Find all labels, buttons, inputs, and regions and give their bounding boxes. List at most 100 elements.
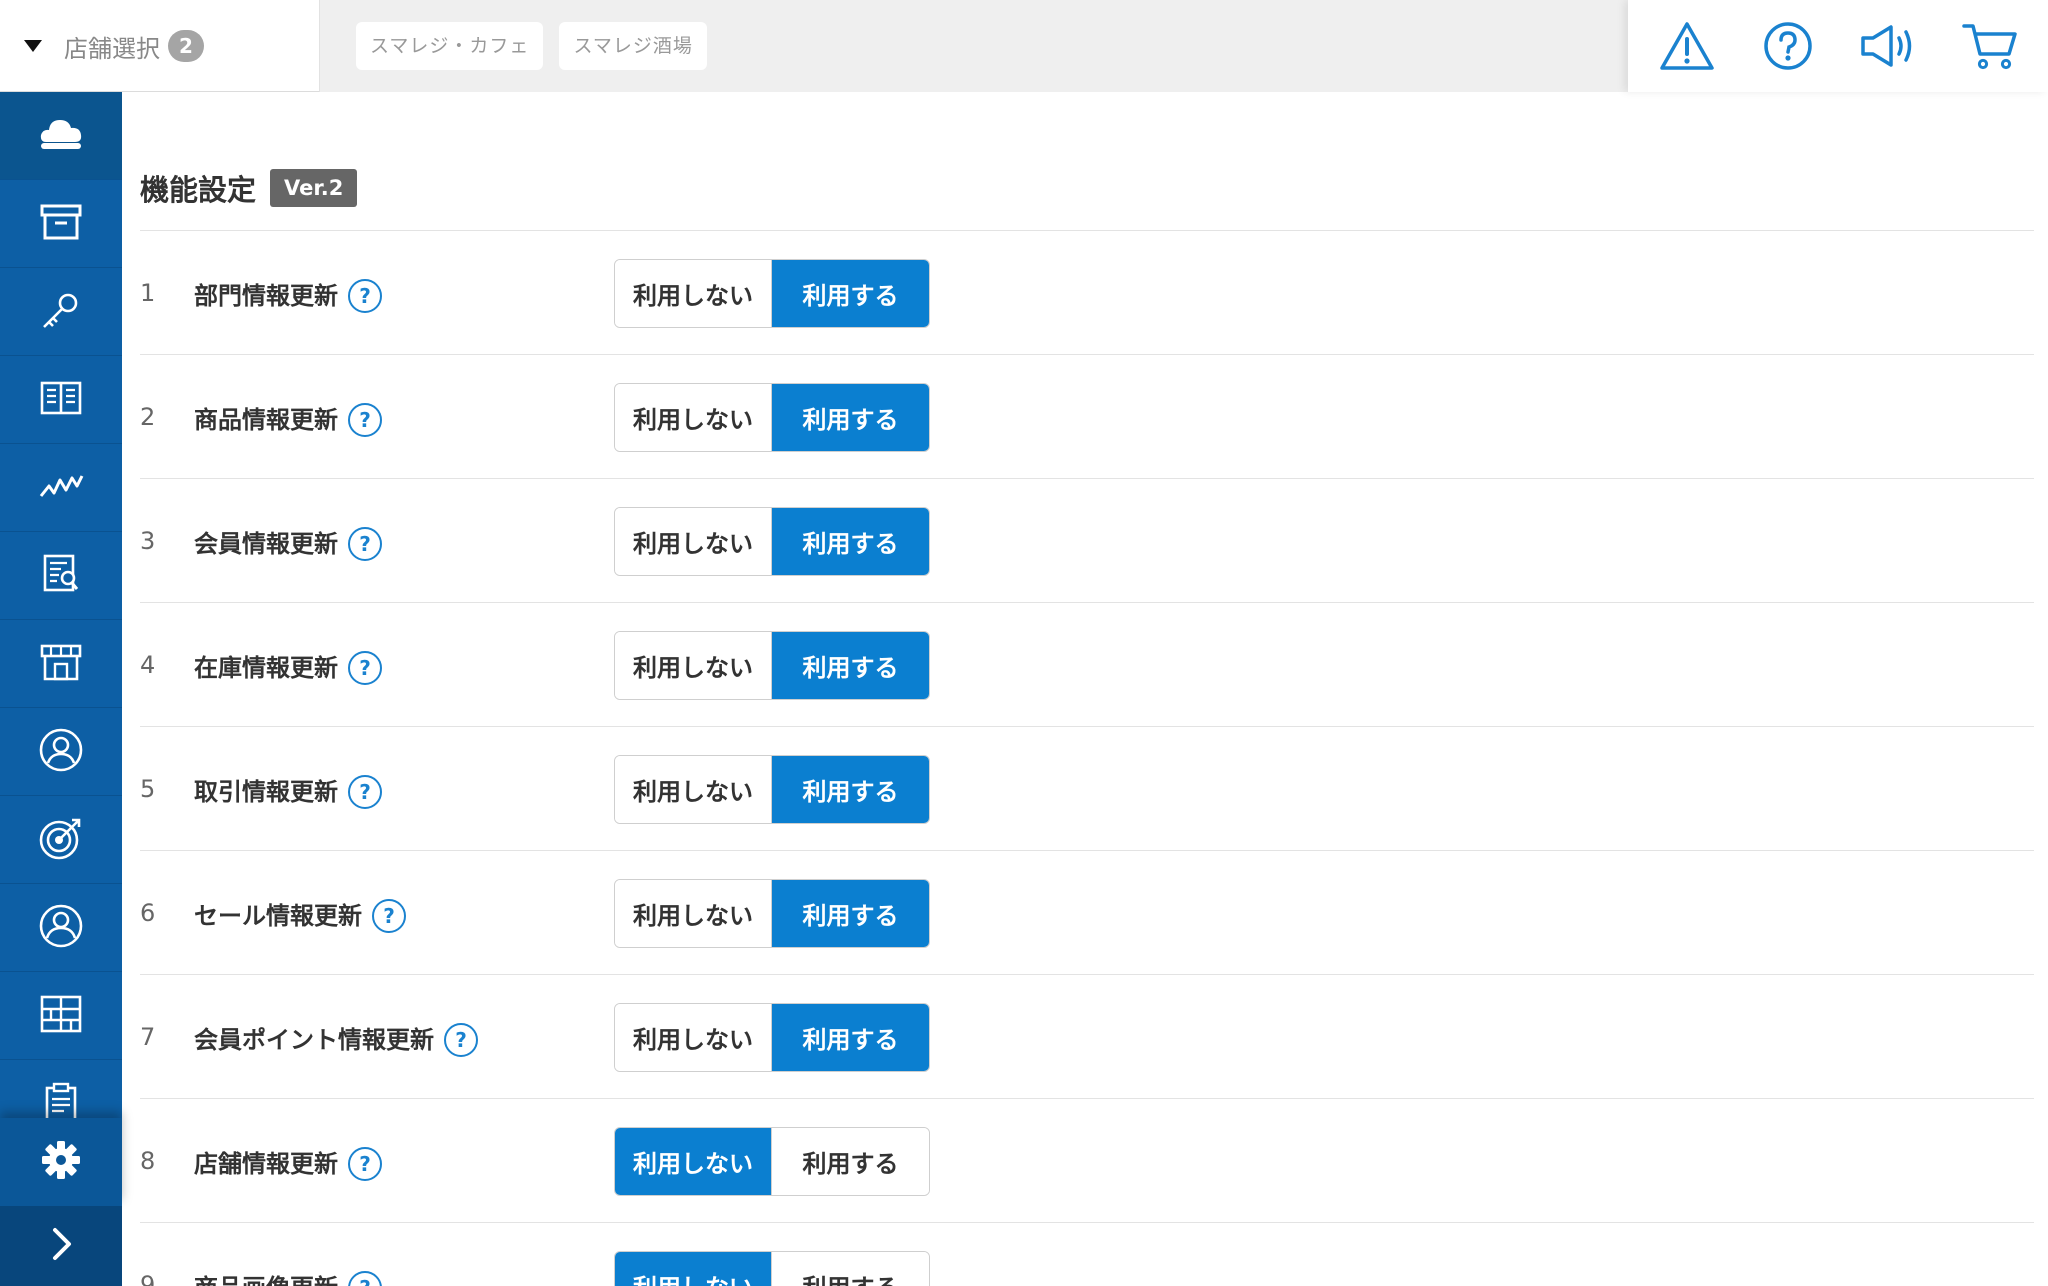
help-circle-icon[interactable]: ?	[444, 1023, 478, 1057]
store-chip[interactable]: スマレジ酒場	[559, 22, 707, 70]
key-icon	[39, 290, 83, 334]
archive-box-icon	[39, 202, 83, 246]
caret-down-icon	[24, 40, 42, 52]
disable-option-button[interactable]: 利用しない	[615, 260, 772, 327]
setting-name: 会員ポイント情報更新	[194, 1025, 434, 1054]
enable-option-button[interactable]: 利用する	[772, 756, 929, 823]
chart-line-icon	[38, 466, 84, 510]
setting-name: 部門情報更新	[194, 281, 338, 310]
usage-toggle: 利用しない利用する	[614, 1127, 930, 1196]
setting-number: 5	[140, 775, 156, 803]
sidebar-item-stores[interactable]	[0, 620, 122, 708]
header-actions	[1628, 0, 2048, 92]
setting-name: 在庫情報更新	[194, 653, 338, 682]
disable-option-button[interactable]: 利用しない	[615, 384, 772, 451]
store-select-label: 店舗選択	[64, 34, 160, 63]
settings-list: 1 部門情報更新? 利用しない 利用する 2 商品情報更新? 利用しない 利用する 3 会員情報更…	[140, 230, 2034, 1286]
setting-name-cell: 在庫情報更新?	[194, 603, 382, 727]
sidebar-item-register[interactable]	[0, 92, 122, 180]
setting-name: 商品画像更新	[194, 1268, 338, 1286]
setting-row: 7 会員ポイント情報更新? 利用しない 利用する	[140, 975, 2034, 1099]
setting-row: 4 在庫情報更新? 利用しない 利用する	[140, 603, 2034, 727]
enable-option-button[interactable]: 利用する	[772, 880, 929, 947]
expand-sidebar-button[interactable]	[0, 1206, 122, 1286]
setting-number: 3	[140, 527, 156, 555]
help-circle-icon[interactable]: ?	[348, 1271, 382, 1286]
sidebar-footer	[0, 1118, 122, 1286]
sidebar-item-customers[interactable]	[0, 708, 122, 796]
chevron-right-icon	[46, 1226, 76, 1266]
sidebar-item-reports[interactable]	[0, 532, 122, 620]
store-icon	[39, 642, 83, 686]
setting-name: 商品情報更新	[194, 405, 338, 434]
selected-stores-bar: スマレジ・カフェ スマレジ酒場	[320, 0, 1628, 92]
disable-option-button[interactable]: 利用しない	[615, 508, 772, 575]
version-badge: Ver.2	[270, 169, 358, 207]
disable-option-button[interactable]: 利用しない	[615, 632, 772, 699]
enable-option-button[interactable]: 利用する	[772, 260, 929, 327]
disable-option-button[interactable]: 利用しない	[615, 1128, 772, 1195]
enable-option-button[interactable]: 利用する	[772, 1004, 929, 1071]
help-circle-icon[interactable]: ?	[348, 403, 382, 437]
setting-name-cell: 店舗情報更新?	[194, 1099, 382, 1223]
usage-toggle: 利用しない利用する	[614, 507, 930, 576]
help-circle-icon[interactable]: ?	[348, 527, 382, 561]
help-circle-icon[interactable]: ?	[372, 899, 406, 933]
target-icon	[38, 815, 84, 865]
disable-option-button[interactable]: 利用しない	[615, 1004, 772, 1071]
sidebar-item-analytics[interactable]	[0, 444, 122, 532]
enable-option-button[interactable]: 利用する	[772, 1252, 929, 1286]
setting-row: 8 店舗情報更新? 利用しない 利用する	[140, 1099, 2034, 1223]
page-title: 機能設定	[140, 173, 257, 207]
setting-name-cell: 会員ポイント情報更新?	[194, 975, 478, 1099]
store-chip[interactable]: スマレジ・カフェ	[356, 22, 544, 70]
gear-icon	[40, 1139, 82, 1185]
help-circle-icon[interactable]: ?	[348, 279, 382, 313]
setting-row: 3 会員情報更新? 利用しない 利用する	[140, 479, 2034, 603]
warning-icon[interactable]	[1656, 15, 1718, 77]
usage-toggle: 利用しない利用する	[614, 1251, 930, 1286]
cart-icon[interactable]	[1959, 15, 2021, 77]
setting-name-cell: 取引情報更新?	[194, 727, 382, 851]
grid-icon	[39, 994, 83, 1038]
disable-option-button[interactable]: 利用しない	[615, 1252, 772, 1286]
sidebar-item-staff[interactable]	[0, 884, 122, 972]
megaphone-icon[interactable]	[1858, 15, 1920, 77]
sidebar-item-archive[interactable]	[0, 180, 122, 268]
setting-number: 8	[140, 1147, 156, 1175]
enable-option-button[interactable]: 利用する	[772, 632, 929, 699]
setting-number: 4	[140, 651, 156, 679]
setting-row: 1 部門情報更新? 利用しない 利用する	[140, 231, 2034, 355]
settings-button[interactable]	[0, 1118, 122, 1206]
report-search-icon	[39, 553, 83, 599]
setting-row: 9 商品画像更新? 利用しない利用する	[140, 1223, 2034, 1286]
enable-option-button[interactable]: 利用する	[772, 1128, 929, 1195]
setting-name: セール情報更新	[194, 901, 362, 930]
enable-option-button[interactable]: 利用する	[772, 508, 929, 575]
disable-option-button[interactable]: 利用しない	[615, 756, 772, 823]
help-circle-icon[interactable]: ?	[348, 651, 382, 685]
help-circle-icon[interactable]: ?	[348, 1147, 382, 1181]
setting-row: 6 セール情報更新? 利用しない 利用する	[140, 851, 2034, 975]
sidebar-item-apps[interactable]	[0, 972, 122, 1060]
help-icon[interactable]	[1757, 15, 1819, 77]
setting-row: 2 商品情報更新? 利用しない 利用する	[140, 355, 2034, 479]
usage-toggle: 利用しない利用する	[614, 631, 930, 700]
sidebar-item-book[interactable]	[0, 356, 122, 444]
store-select-dropdown[interactable]: 店舗選択 2	[0, 0, 320, 92]
usage-toggle: 利用しない利用する	[614, 755, 930, 824]
usage-toggle: 利用しない利用する	[614, 1003, 930, 1072]
setting-number: 7	[140, 1023, 156, 1051]
help-circle-icon[interactable]: ?	[348, 775, 382, 809]
setting-name-cell: 商品情報更新?	[194, 355, 382, 479]
setting-number: 1	[140, 279, 156, 307]
enable-option-button[interactable]: 利用する	[772, 384, 929, 451]
setting-number: 2	[140, 403, 156, 431]
disable-option-button[interactable]: 利用しない	[615, 880, 772, 947]
customer-icon	[38, 727, 84, 777]
usage-toggle: 利用しない利用する	[614, 879, 930, 948]
sidebar-item-key[interactable]	[0, 268, 122, 356]
cloud-register-icon	[38, 114, 84, 158]
setting-name: 会員情報更新	[194, 529, 338, 558]
sidebar-item-targets[interactable]	[0, 796, 122, 884]
